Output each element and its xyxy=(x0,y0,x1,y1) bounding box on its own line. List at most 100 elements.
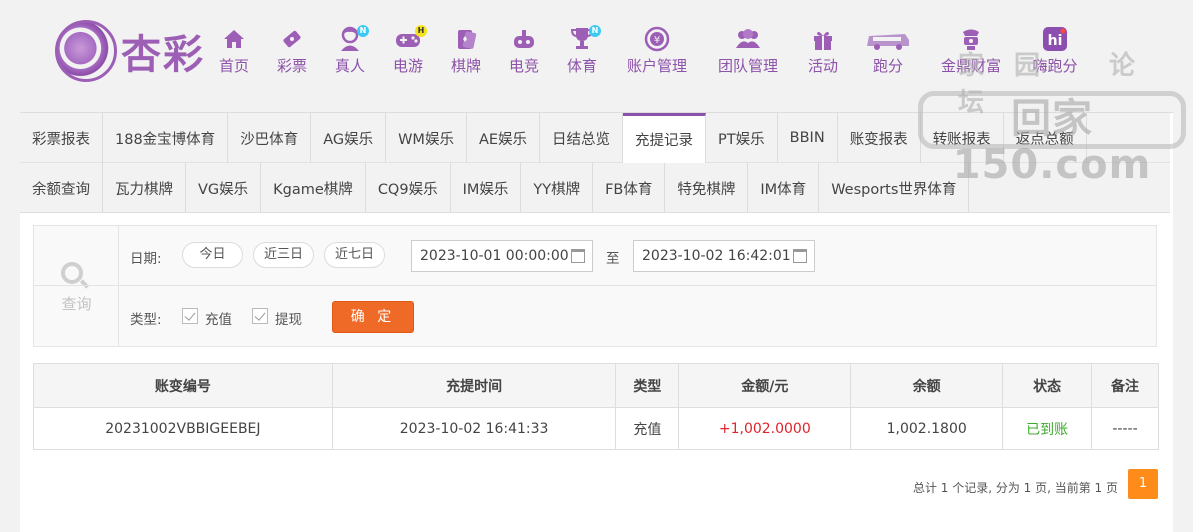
tab-item[interactable]: VG娱乐 xyxy=(186,163,262,213)
nav-label: 首页 xyxy=(218,57,249,75)
last-3-days-button[interactable]: 近三日 xyxy=(253,242,314,268)
tab-item[interactable]: 转账报表 xyxy=(921,113,1004,163)
record-id: 20231002VBBIGEEBEJ xyxy=(33,407,333,450)
nav-label: 棋牌 xyxy=(450,57,481,75)
esports-controller-icon xyxy=(514,30,534,48)
last-7-days-button[interactable]: 近七日 xyxy=(324,242,385,268)
start-datetime-value: 2023-10-01 00:00:00 xyxy=(420,248,569,264)
tab-item[interactable]: CQ9娱乐 xyxy=(366,163,451,213)
divider xyxy=(34,285,1157,286)
calendar-icon[interactable] xyxy=(793,249,807,263)
nav-sports[interactable]: N 体育 xyxy=(562,25,602,80)
tab-item[interactable]: 返点总额 xyxy=(1004,113,1087,163)
page-button-current[interactable]: 1 xyxy=(1128,469,1158,499)
end-datetime-value: 2023-10-02 16:42:01 xyxy=(642,248,791,264)
confirm-button[interactable]: 确 定 xyxy=(332,301,414,333)
tab-item[interactable]: YY棋牌 xyxy=(521,163,594,213)
home-icon xyxy=(224,30,244,48)
start-datetime-input[interactable]: 2023-10-01 00:00:00 xyxy=(411,240,593,272)
nav-label: 活动 xyxy=(807,57,838,75)
nav-wealth[interactable]: 金鼎财富 xyxy=(935,25,1007,80)
query-toggle[interactable]: 查询 xyxy=(34,226,119,347)
record-time: 2023-10-02 16:41:33 xyxy=(331,407,617,450)
col-header: 备注 xyxy=(1091,363,1159,408)
nav-live[interactable]: N 真人 xyxy=(330,25,370,80)
withdraw-label: 提现 xyxy=(275,312,302,328)
record-status: 已到账 xyxy=(1002,407,1093,450)
cards-icon xyxy=(458,30,477,49)
nav-promotions[interactable]: 活动 xyxy=(803,25,843,80)
brand-logo[interactable]: 杏彩 xyxy=(55,20,215,82)
tab-item[interactable]: FB体育 xyxy=(593,163,666,213)
deposit-checkbox[interactable] xyxy=(182,308,198,324)
nav-team[interactable]: 团队管理 xyxy=(712,25,784,80)
tab-item[interactable]: PT娱乐 xyxy=(706,113,778,163)
nav-label: 彩票 xyxy=(276,57,307,75)
top-header: 杏彩 首页 彩票 N 真人 H 电游 棋牌 电竞 N 体育 ¥ 账户管理 团队管… xyxy=(0,0,1193,95)
nav-account[interactable]: ¥ 账户管理 xyxy=(621,25,693,80)
range-separator: 至 xyxy=(606,251,620,267)
main-panel: 彩票报表 188金宝博体育 沙巴体育 AG娱乐 WM娱乐 AE娱乐 日结总览 充提记录 PT娱乐… xyxy=(20,112,1173,532)
nav-label: 真人 xyxy=(334,57,365,75)
tab-item[interactable]: 充提记录 xyxy=(623,113,707,163)
end-datetime-input[interactable]: 2023-10-02 16:42:01 xyxy=(633,240,815,272)
tab-item[interactable]: IM体育 xyxy=(748,163,820,213)
nav-paofen[interactable]: 跑分 xyxy=(862,25,914,80)
tab-item[interactable]: 沙巴体育 xyxy=(228,113,312,163)
nav-label: 电游 xyxy=(392,57,423,75)
col-header: 充提时间 xyxy=(331,363,617,408)
nav-label: 金鼎财富 xyxy=(940,57,1001,75)
pagination-info: 总计 1 个记录, 分为 1 页, 当前第 1 页 xyxy=(912,481,1118,495)
col-header: 余额 xyxy=(850,363,1004,408)
nav-label: 跑分 xyxy=(872,57,903,75)
nav-label: 电竞 xyxy=(508,57,539,75)
nav-label: 账户管理 xyxy=(626,57,687,75)
calendar-icon[interactable] xyxy=(571,249,585,263)
tab-item[interactable]: 日结总览 xyxy=(540,113,624,163)
nav-cards[interactable]: 棋牌 xyxy=(446,25,486,80)
nav-lottery[interactable]: 彩票 xyxy=(272,25,312,80)
pagination: 总计 1 个记录, 分为 1 页, 当前第 1 页 1 xyxy=(20,469,1158,499)
table-row: 20231002VBBIGEEBEJ 2023-10-02 16:41:33 充… xyxy=(33,407,1159,450)
col-header: 类型 xyxy=(615,363,680,408)
nav-label: 体育 xyxy=(566,57,597,75)
today-button[interactable]: 今日 xyxy=(182,242,243,268)
date-label: 日期: xyxy=(130,251,162,267)
tab-item[interactable]: 账变报表 xyxy=(838,113,921,163)
tab-item[interactable]: WM娱乐 xyxy=(386,113,467,163)
gift-icon xyxy=(814,31,832,50)
col-header: 状态 xyxy=(1002,363,1093,408)
new-badge: N xyxy=(589,25,601,37)
tab-item[interactable]: 特免棋牌 xyxy=(665,163,749,213)
nav-slots[interactable]: H 电游 xyxy=(388,25,428,80)
tab-bar-row-2: 余额查询 瓦力棋牌 VG娱乐 Kgame棋牌 CQ9娱乐 IM娱乐 YY棋牌 FB体育 特免棋牌… xyxy=(20,163,1170,213)
tab-item[interactable]: AG娱乐 xyxy=(311,113,387,163)
tab-item[interactable]: BBIN xyxy=(778,113,838,163)
col-header: 金额/元 xyxy=(678,363,852,408)
treasure-icon xyxy=(963,29,979,50)
tab-item[interactable]: 瓦力棋牌 xyxy=(103,163,186,213)
bus-icon xyxy=(867,34,909,50)
brand-name: 杏彩 xyxy=(121,31,205,78)
logo-emblem-icon xyxy=(55,20,117,82)
tab-item[interactable]: 余额查询 xyxy=(20,163,103,213)
nav-home[interactable]: 首页 xyxy=(214,25,254,80)
query-label: 查询 xyxy=(61,295,92,313)
new-badge: N xyxy=(357,25,369,37)
tab-item[interactable]: 彩票报表 xyxy=(20,113,103,163)
deposit-label: 充值 xyxy=(205,312,232,328)
nav-hi-paofen[interactable]: hi 嗨跑分 xyxy=(1027,25,1083,80)
tab-item[interactable]: Kgame棋牌 xyxy=(261,163,366,213)
tab-item[interactable]: IM娱乐 xyxy=(451,163,522,213)
tab-item[interactable]: Wesports世界体育 xyxy=(819,163,970,213)
tab-item[interactable]: AE娱乐 xyxy=(467,113,541,163)
tab-bar-row-1: 彩票报表 188金宝博体育 沙巴体育 AG娱乐 WM娱乐 AE娱乐 日结总览 充提记录 PT娱乐… xyxy=(20,113,1170,163)
team-icon xyxy=(736,29,760,48)
records-table: 账变编号 充提时间 类型 金额/元 余额 状态 备注 20231002VBBIG… xyxy=(33,363,1159,450)
withdraw-checkbox[interactable] xyxy=(252,308,268,324)
tab-item[interactable]: 188金宝博体育 xyxy=(103,113,229,163)
col-header: 账变编号 xyxy=(33,363,333,408)
svg-text:hi: hi xyxy=(1048,33,1063,49)
nav-esports[interactable]: 电竞 xyxy=(504,25,544,80)
record-remark: ----- xyxy=(1091,407,1159,450)
